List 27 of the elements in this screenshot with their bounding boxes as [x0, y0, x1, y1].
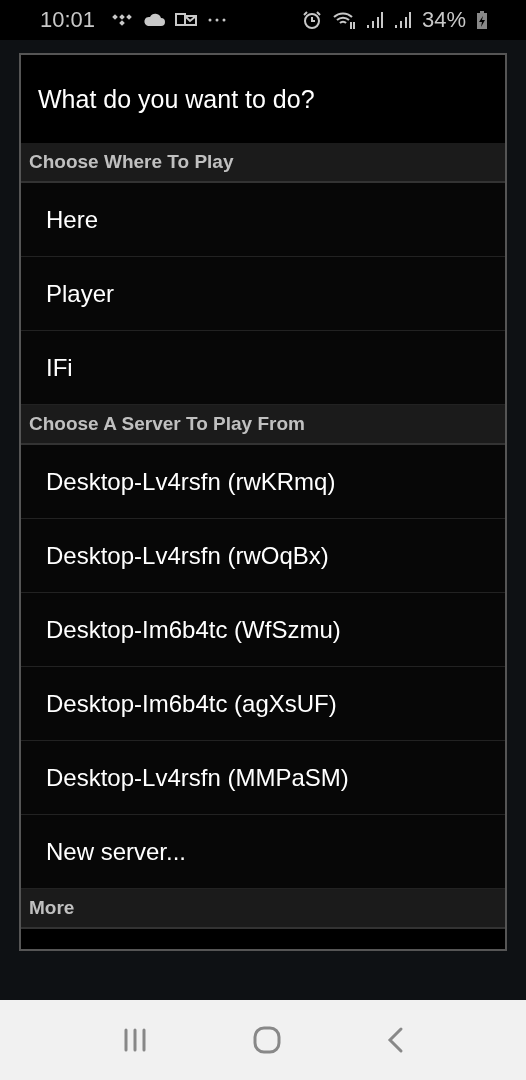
status-time: 10:01	[40, 7, 96, 33]
wifi-icon	[331, 10, 356, 30]
signal-icon	[365, 11, 384, 29]
section-header: More	[21, 889, 505, 929]
cloud-icon	[143, 13, 166, 27]
alarm-icon	[301, 10, 322, 30]
menu-item[interactable]: Player	[21, 257, 505, 331]
section-header: Choose A Server To Play From	[21, 405, 505, 445]
battery-percent: 34%	[421, 7, 466, 33]
menu-item[interactable]: Desktop-Im6b4tc (agXsUF)	[21, 667, 505, 741]
recent-apps-icon[interactable]	[122, 1027, 149, 1053]
dialog-title: What do you want to do?	[37, 83, 316, 115]
menu-item[interactable]: Desktop-Lv4rsfn (rwKRmq)	[21, 445, 505, 519]
dots-pattern-icon	[111, 13, 134, 27]
menu-item[interactable]: Desktop-Lv4rsfn (MMPaSM)	[21, 741, 505, 815]
battery-charging-icon	[476, 10, 488, 30]
more-icon	[207, 17, 228, 23]
home-icon[interactable]	[253, 1026, 281, 1054]
menu-item[interactable]: Desktop-Im6b4tc (WfSzmu)	[21, 593, 505, 667]
mail-icon	[175, 12, 198, 28]
menu-item[interactable]: New server...	[21, 815, 505, 889]
section-header: Choose Where To Play	[21, 143, 505, 183]
menu-item[interactable]: Here	[21, 183, 505, 257]
signal-icon	[393, 11, 412, 29]
menu-item[interactable]: IFi	[21, 331, 505, 405]
back-icon[interactable]	[385, 1026, 404, 1054]
menu-item[interactable]: Desktop-Lv4rsfn (rwOqBx)	[21, 519, 505, 593]
